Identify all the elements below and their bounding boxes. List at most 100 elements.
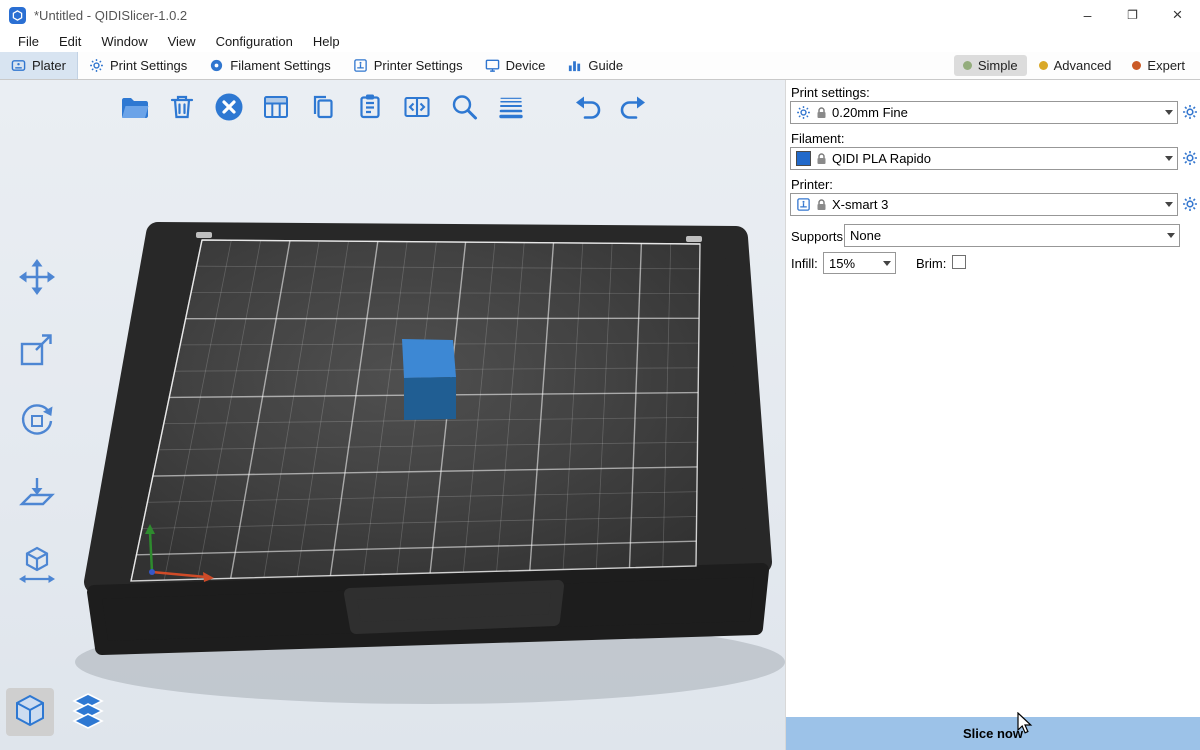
infill-combo[interactable]: 15% [823, 252, 896, 274]
tab-label: Print Settings [110, 58, 187, 73]
slice-now-button[interactable]: Slice now [786, 717, 1200, 750]
tab-label: Plater [32, 58, 66, 73]
dropdown-arrow-icon [1160, 148, 1177, 169]
variable-layer-height-button[interactable] [492, 88, 530, 126]
menu-edit[interactable]: Edit [49, 34, 91, 49]
supports-value: None [850, 228, 881, 243]
rotate-tool-button[interactable] [12, 397, 62, 445]
rotate-icon [15, 399, 59, 443]
print-settings-gear-button[interactable] [1180, 101, 1200, 123]
tab-label: Guide [588, 58, 623, 73]
arrange-icon [258, 89, 294, 125]
print-settings-combo[interactable]: 0.20mm Fine [790, 101, 1178, 124]
arrange-button[interactable] [257, 88, 295, 126]
printer-value: X-smart 3 [832, 197, 888, 212]
left-toolbar [12, 253, 62, 589]
model-cube[interactable] [402, 339, 456, 420]
mode-label: Simple [978, 58, 1018, 73]
gear-icon [89, 58, 104, 73]
delete-all-icon [211, 89, 247, 125]
mode-simple[interactable]: Simple [954, 55, 1027, 76]
tab-guide[interactable]: Guide [556, 52, 634, 79]
view-toolbar [6, 688, 112, 736]
tabbar: Plater Print Settings Filament Settings … [0, 52, 1200, 80]
mode-label: Advanced [1054, 58, 1112, 73]
mode-expert[interactable]: Expert [1123, 55, 1194, 76]
minimize-button[interactable]: – [1065, 0, 1110, 30]
tab-printer-settings[interactable]: Printer Settings [342, 52, 474, 79]
plater-icon [11, 58, 26, 73]
printer-gear-button[interactable] [1180, 193, 1200, 215]
layers-preview-button[interactable] [64, 688, 112, 736]
printer-icon [353, 58, 368, 73]
guide-icon [567, 58, 582, 73]
search-button[interactable] [445, 88, 483, 126]
printer-label: Printer: [791, 177, 833, 192]
advanced-mode-dot-icon [1039, 61, 1048, 70]
copy-icon [305, 89, 341, 125]
gear-icon [1182, 150, 1198, 166]
filament-icon [209, 58, 224, 73]
simple-mode-dot-icon [963, 61, 972, 70]
device-icon [485, 58, 500, 73]
lock-icon [816, 199, 827, 211]
tab-print-settings[interactable]: Print Settings [78, 52, 198, 79]
supports-combo[interactable]: None [844, 224, 1180, 247]
app-logo-icon [9, 7, 26, 24]
menu-configuration[interactable]: Configuration [206, 34, 303, 49]
delete-button[interactable] [163, 88, 201, 126]
window-controls: – ❐ × [1065, 0, 1200, 30]
menu-help[interactable]: Help [303, 34, 350, 49]
measure-tool-button[interactable] [12, 541, 62, 589]
measure-icon [15, 543, 59, 587]
move-icon [15, 255, 59, 299]
infill-value: 15% [829, 256, 855, 271]
place-on-face-tool-button[interactable] [12, 469, 62, 517]
split-button[interactable] [398, 88, 436, 126]
paste-button[interactable] [351, 88, 389, 126]
tab-plater[interactable]: Plater [0, 52, 78, 79]
move-tool-button[interactable] [12, 253, 62, 301]
open-button[interactable] [116, 88, 154, 126]
tab-filament-settings[interactable]: Filament Settings [198, 52, 341, 79]
redo-button[interactable] [615, 88, 653, 126]
menu-view[interactable]: View [158, 34, 206, 49]
mode-advanced[interactable]: Advanced [1030, 55, 1121, 76]
brim-label: Brim: [916, 256, 946, 271]
3d-view-button[interactable] [6, 688, 54, 736]
bed-handle [350, 586, 558, 628]
open-folder-icon [117, 89, 153, 125]
menu-file[interactable]: File [8, 34, 49, 49]
close-button[interactable]: × [1155, 0, 1200, 30]
filament-color-swatch [796, 151, 811, 166]
printer-icon [796, 197, 811, 212]
undo-icon [569, 89, 605, 125]
gear-icon [1182, 196, 1198, 212]
viewport-3d[interactable] [0, 80, 785, 750]
supports-label: Supports: [791, 229, 847, 244]
scene-3d [0, 80, 785, 750]
expert-mode-dot-icon [1132, 61, 1141, 70]
mode-switcher: Simple Advanced Expert [954, 52, 1200, 79]
filament-combo[interactable]: QIDI PLA Rapido [790, 147, 1178, 170]
scale-tool-button[interactable] [12, 325, 62, 373]
filament-gear-button[interactable] [1180, 147, 1200, 169]
window-title: *Untitled - QIDISlicer-1.0.2 [34, 8, 187, 23]
printer-combo[interactable]: X-smart 3 [790, 193, 1178, 216]
tab-device[interactable]: Device [474, 52, 557, 79]
copy-button[interactable] [304, 88, 342, 126]
filament-value: QIDI PLA Rapido [832, 151, 931, 166]
undo-button[interactable] [568, 88, 606, 126]
brim-checkbox[interactable] [952, 255, 966, 269]
gear-icon [1182, 104, 1198, 120]
dropdown-arrow-icon [1162, 225, 1179, 246]
redo-icon [616, 89, 652, 125]
delete-all-button[interactable] [210, 88, 248, 126]
dropdown-arrow-icon [1160, 102, 1177, 123]
mode-label: Expert [1147, 58, 1185, 73]
gear-icon [796, 105, 811, 120]
menu-window[interactable]: Window [91, 34, 157, 49]
maximize-button[interactable]: ❐ [1110, 0, 1155, 30]
lock-icon [816, 153, 827, 165]
tab-label: Device [506, 58, 546, 73]
